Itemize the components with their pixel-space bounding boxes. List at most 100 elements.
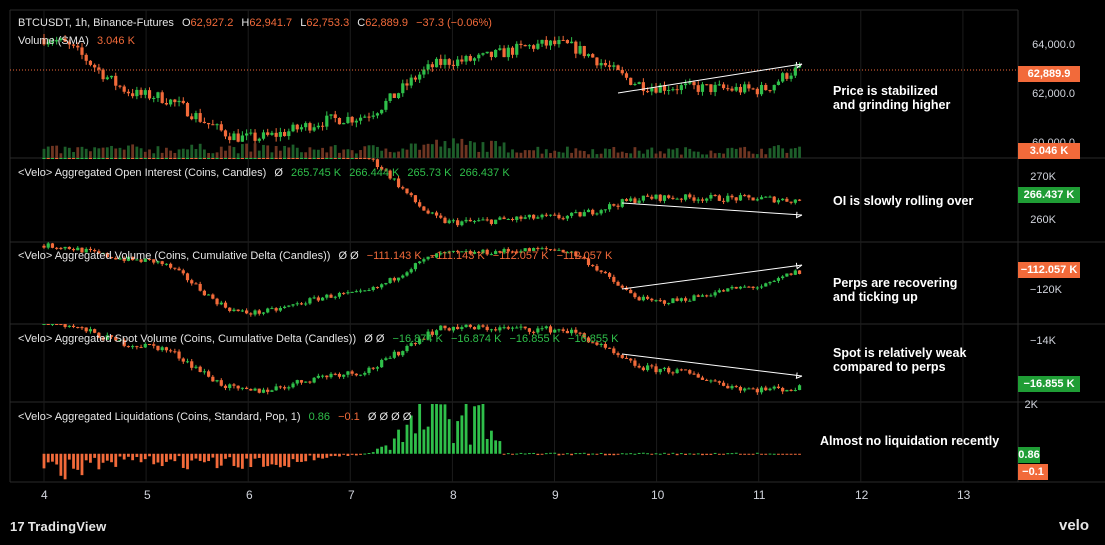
spot-candle <box>607 347 612 349</box>
spot-candle <box>675 369 679 374</box>
liquidation-bar <box>658 453 662 455</box>
oi-candle <box>629 198 633 201</box>
spot-candle <box>320 375 325 377</box>
oi-candle <box>671 197 675 199</box>
oi-candle <box>266 158 270 159</box>
price-candle <box>135 89 139 97</box>
liquidation-bar <box>333 453 337 456</box>
x-label-9: 9 <box>552 488 559 502</box>
price-candle <box>358 117 363 121</box>
oi-candle <box>548 214 553 216</box>
spot-candle <box>705 379 709 381</box>
spot-candle <box>198 366 202 372</box>
volume-bar <box>485 151 489 158</box>
perp-candle <box>367 289 371 291</box>
price-candle <box>785 73 789 79</box>
price-candle <box>126 91 131 94</box>
price-tick-62000: 62,000.0 <box>1032 88 1075 100</box>
volume-bar <box>426 143 430 158</box>
liquidation-bar <box>46 453 50 463</box>
volume-bar <box>481 142 485 158</box>
oi-candle <box>261 158 266 159</box>
spot-legend[interactable]: <Velo> Aggregated Spot Volume (Coins, Cu… <box>18 333 624 345</box>
spot-candle <box>211 376 215 382</box>
price-candle <box>591 54 595 58</box>
perp-legend-value-3: −112.057 K <box>492 250 549 262</box>
volume-bar <box>515 152 519 158</box>
price-candle <box>139 89 143 95</box>
perp-candle <box>696 295 700 297</box>
price-candle <box>194 113 198 120</box>
tradingview-logo[interactable]: 17 TradingView <box>10 519 106 534</box>
spot-candle <box>354 373 358 376</box>
oi-legend[interactable]: <Velo> Aggregated Open Interest (Coins, … <box>18 167 515 179</box>
spot-candle <box>772 386 776 389</box>
oi-candle <box>540 214 544 218</box>
volume-bar <box>701 154 704 158</box>
price-candle <box>152 97 156 99</box>
perp-candle <box>253 310 257 315</box>
liquidation-bar <box>460 415 464 454</box>
spot-candle <box>173 351 177 353</box>
liq-legend[interactable]: <Velo> Aggregated Liquidations (Coins, S… <box>18 411 416 423</box>
price-candle <box>515 43 519 55</box>
volume-bar <box>549 153 552 158</box>
liquidation-bar <box>202 453 206 463</box>
price-candle <box>190 116 194 120</box>
liquidation-bar <box>528 453 531 455</box>
volume-bar <box>105 147 109 158</box>
spot-candle <box>688 370 692 374</box>
oi-candle <box>173 158 177 159</box>
liquidation-bar <box>165 453 168 462</box>
liquidation-bar <box>118 453 122 457</box>
volume-bar <box>219 146 223 158</box>
liquidation-bar <box>743 453 747 455</box>
price-candle <box>109 75 114 78</box>
price-candle <box>245 133 249 136</box>
liquidation-bar <box>181 453 185 468</box>
spot-candle <box>519 326 523 328</box>
price-candle <box>422 69 426 75</box>
spot-candle <box>257 388 261 393</box>
spot-candle <box>236 385 240 389</box>
perp-trendline <box>621 264 803 290</box>
volume-bar <box>722 153 725 158</box>
price-candle <box>291 124 295 132</box>
oi-candle <box>688 194 692 198</box>
liquidation-bar <box>751 453 755 455</box>
oi-candle <box>287 158 291 159</box>
liquidation-bar <box>105 453 109 461</box>
oi-candle <box>126 158 131 159</box>
volume-bar <box>122 149 126 158</box>
volume-bar <box>692 151 696 158</box>
perp-candle <box>63 246 67 249</box>
perp-legend-title: <Velo> Aggregated Volume (Coins, Cumulat… <box>18 250 331 262</box>
volume-bar <box>553 150 557 158</box>
oi-candle <box>502 217 506 220</box>
liquidation-bar <box>490 430 493 454</box>
price-label-spot: −16.855 K <box>1018 376 1080 392</box>
perp-candle <box>185 273 190 281</box>
oi-candle <box>131 158 135 159</box>
price-candle <box>434 58 439 68</box>
liquidation-bar <box>502 453 506 455</box>
oi-candle <box>456 220 460 226</box>
oi-candle <box>582 212 586 217</box>
liq-legend-value-2: −0.1 <box>338 411 360 423</box>
volume-bar <box>397 151 400 158</box>
perp-candle <box>215 298 219 305</box>
oi-candle <box>650 196 654 199</box>
perp-candle <box>717 290 721 293</box>
liquidation-bar <box>646 453 649 455</box>
liquidation-bar <box>654 453 658 455</box>
liquidation-bar <box>494 440 498 454</box>
spot-legend-flags: Ø Ø <box>364 333 385 345</box>
price-candle <box>586 54 591 57</box>
volume-bar <box>177 149 181 158</box>
price-candle <box>240 135 244 142</box>
oi-candle <box>228 158 232 159</box>
perp-legend[interactable]: <Velo> Aggregated Volume (Coins, Cumulat… <box>18 250 617 262</box>
liquidation-bar <box>397 429 400 454</box>
volume-bar <box>165 147 168 158</box>
volume-bar <box>430 144 434 158</box>
